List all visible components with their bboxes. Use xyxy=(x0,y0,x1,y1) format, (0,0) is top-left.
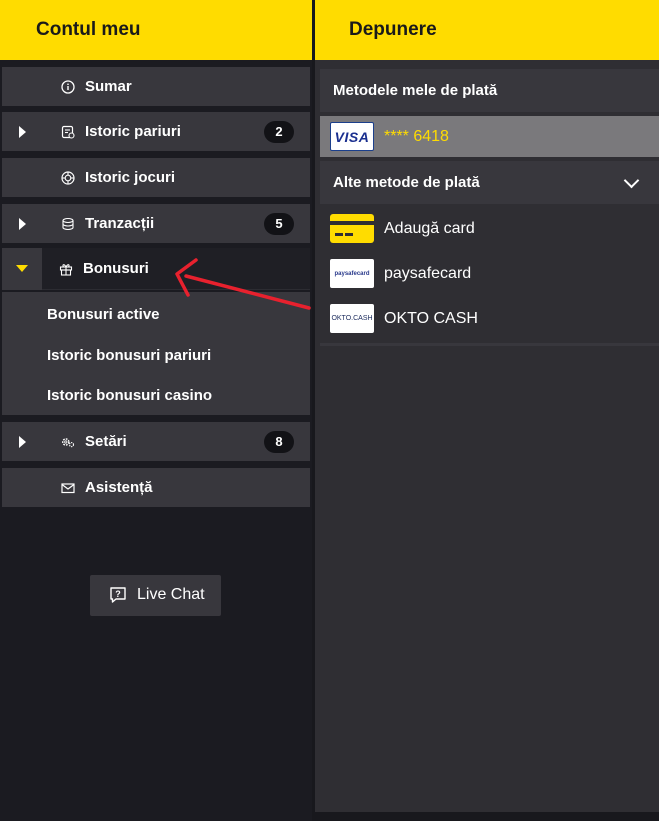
settings-count-badge: 8 xyxy=(264,430,294,453)
account-header: Contul meu xyxy=(0,0,312,60)
expand-arrow-icon[interactable] xyxy=(19,435,26,448)
chat-help-icon: ? xyxy=(109,586,127,609)
account-title: Contul meu xyxy=(36,19,141,40)
credit-card-icon xyxy=(330,214,374,243)
submenu-item-active-bonuses[interactable]: Bonusuri active xyxy=(47,306,160,323)
add-card-row[interactable]: Adaugă card xyxy=(320,207,659,250)
info-icon xyxy=(61,79,75,94)
live-chat-label: Live Chat xyxy=(137,586,205,603)
deposit-panel: Depunere Metodele mele de plată VISA ***… xyxy=(315,0,659,812)
okto-cash-logo-icon: OKTO.CASH xyxy=(330,304,374,333)
okto-cash-logo-text: OKTO.CASH xyxy=(331,315,373,322)
live-chat-button[interactable]: ? Live Chat xyxy=(90,575,221,616)
transactions-count-badge: 5 xyxy=(264,212,294,235)
expand-arrow-icon[interactable] xyxy=(19,125,26,138)
menu-item-bet-history[interactable]: Istoric pariuri 2 xyxy=(2,112,310,151)
menu-item-support[interactable]: Asistență xyxy=(2,468,310,507)
menu-label-bet-history: Istoric pariuri xyxy=(85,123,181,140)
menu-item-game-history[interactable]: Istoric jocuri xyxy=(2,158,310,197)
casino-chip-icon xyxy=(61,170,75,185)
add-card-label: Adaugă card xyxy=(384,219,475,237)
other-payment-methods-title: Alte metode de plată xyxy=(333,174,480,191)
menu-label-summary: Sumar xyxy=(85,78,132,95)
chevron-down-icon[interactable] xyxy=(623,172,640,189)
menu-label-support: Asistență xyxy=(85,479,153,496)
deposit-header: Depunere xyxy=(315,0,659,60)
bet-history-icon xyxy=(61,125,75,139)
paysafecard-label: paysafecard xyxy=(384,264,472,282)
gift-icon xyxy=(59,262,73,276)
okto-cash-row[interactable]: OKTO.CASH OKTO CASH xyxy=(320,297,659,340)
bonuses-header[interactable]: Bonusuri xyxy=(42,248,310,290)
settings-gears-icon xyxy=(61,435,75,449)
menu-label-settings: Setări xyxy=(85,433,127,450)
saved-card-row[interactable]: VISA **** 6418 xyxy=(320,116,659,157)
deposit-title: Depunere xyxy=(349,19,437,40)
collapse-toggle[interactable] xyxy=(2,248,42,290)
menu-label-game-history: Istoric jocuri xyxy=(85,169,176,186)
saved-card-number: **** 6418 xyxy=(384,127,449,145)
menu-label-bonuses: Bonusuri xyxy=(83,260,149,277)
menu-item-bonuses[interactable]: Bonusuri xyxy=(0,248,312,290)
paysafecard-logo-icon: paysafecard xyxy=(330,259,374,288)
bonuses-submenu: Bonusuri active Istoric bonusuri pariuri… xyxy=(2,292,310,415)
other-payment-methods-header[interactable]: Alte metode de plată xyxy=(320,161,659,204)
svg-text:?: ? xyxy=(115,589,121,599)
menu-item-summary[interactable]: Sumar xyxy=(2,67,310,106)
menu-item-transactions[interactable]: Tranzacții 5 xyxy=(2,204,310,243)
submenu-item-casino-bonus-history[interactable]: Istoric bonusuri casino xyxy=(47,387,212,404)
my-payment-methods-title: Metodele mele de plată xyxy=(333,82,498,99)
paysafecard-row[interactable]: paysafecard paysafecard xyxy=(320,252,659,295)
visa-logo-text: VISA xyxy=(334,128,370,145)
submenu-item-betting-bonus-history[interactable]: Istoric bonusuri pariuri xyxy=(47,347,211,364)
expand-arrow-icon[interactable] xyxy=(19,217,26,230)
payment-list-bottom xyxy=(320,343,659,346)
coins-stack-icon xyxy=(61,217,75,231)
collapse-arrow-icon xyxy=(16,265,28,272)
paysafecard-logo-text: paysafecard xyxy=(334,270,370,277)
bet-history-count-badge: 2 xyxy=(264,120,294,143)
visa-logo-icon: VISA xyxy=(330,122,374,151)
menu-item-settings[interactable]: Setări 8 xyxy=(2,422,310,461)
my-payment-methods-header: Metodele mele de plată xyxy=(320,69,659,112)
envelope-icon xyxy=(61,481,75,495)
okto-cash-label: OKTO CASH xyxy=(384,309,478,327)
menu-label-transactions: Tranzacții xyxy=(85,215,155,232)
account-panel: Contul meu Sumar Istoric pariuri 2 Istor… xyxy=(0,0,312,821)
